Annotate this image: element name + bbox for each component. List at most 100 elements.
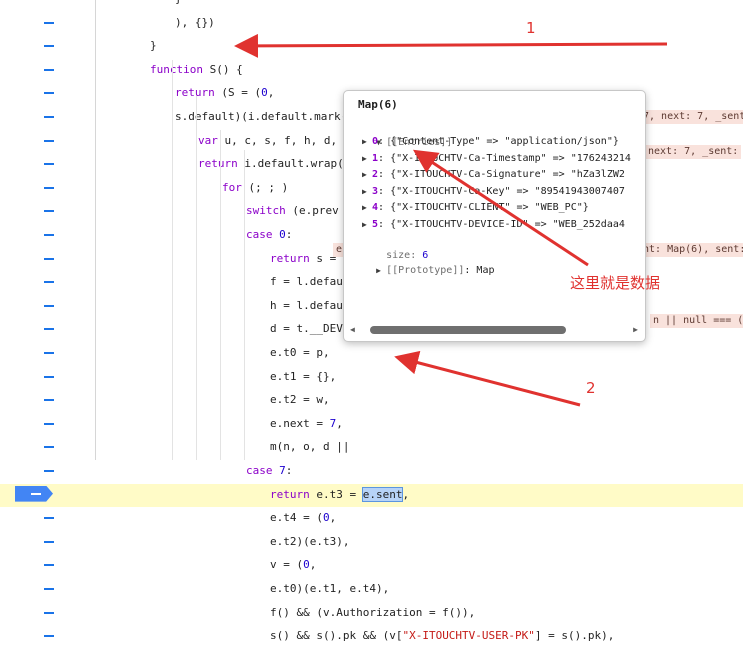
line-marker-icon[interactable]: [44, 422, 54, 425]
entry-value: {"Content-Type" => "application/json"}: [390, 136, 619, 147]
code-text: h = l.defaul: [270, 298, 350, 312]
map-entry-row[interactable]: ▶ 3: {"X-ITOUCHTV-Ca-Key" => "89541943007…: [362, 184, 625, 200]
entry-value: {"X-ITOUCHTV-Ca-Key" => "89541943007407: [390, 185, 625, 197]
code-text: }: [150, 39, 157, 53]
line-marker-icon[interactable]: [44, 68, 54, 71]
line-marker-icon[interactable]: [44, 304, 54, 307]
code-text: m(n, o, d ||: [270, 440, 350, 454]
line-marker-icon[interactable]: [44, 517, 54, 520]
line-marker-icon[interactable]: [44, 139, 54, 142]
code-line[interactable]: ), {}): [0, 12, 743, 36]
indent-guide: [220, 130, 221, 460]
line-marker-icon[interactable]: [44, 257, 54, 260]
line-marker-icon[interactable]: [44, 352, 54, 354]
scroll-left-icon[interactable]: ◀: [350, 325, 355, 334]
code-line[interactable]: e.t4 = (0,: [0, 507, 743, 531]
code-line[interactable]: f() && (v.Authorization = f()),: [0, 602, 743, 626]
inline-value-badge: n || null === (c: [650, 314, 743, 328]
map-entry-row[interactable]: ▶ 4: {"X-ITOUCHTV-CLIENT" => "WEB_PC"}: [362, 200, 589, 216]
code-line[interactable]: function S() {: [0, 59, 743, 83]
entries-node[interactable]: ▼ [[Entries]]: [352, 119, 452, 148]
code-line[interactable]: case 7:: [0, 460, 743, 484]
line-marker-icon[interactable]: [44, 116, 54, 118]
line-marker-icon[interactable]: [44, 588, 54, 590]
inline-value-badge: nt: Map(6), sent:: [640, 243, 743, 257]
line-marker-icon[interactable]: [44, 21, 54, 24]
line-marker-icon[interactable]: [44, 163, 54, 166]
scrollbar-thumb[interactable]: [370, 326, 566, 334]
code-text: s() && s().pk && (v["X-ITOUCHTV-USER-PK"…: [270, 629, 615, 643]
line-marker-icon[interactable]: [44, 234, 54, 236]
map-entry-row[interactable]: ▶ 1: {"X-ITOUCHTV-Ca-Timestamp" => "17624…: [362, 151, 631, 167]
collapsed-triangle-icon[interactable]: ▶: [362, 134, 372, 150]
line-marker-icon[interactable]: [44, 186, 54, 189]
annotation-label-2: 2: [586, 379, 596, 397]
inline-value-badge: 7, next: 7, _sent: [640, 110, 743, 124]
collapsed-triangle-icon[interactable]: ▶: [362, 167, 372, 183]
line-marker-icon[interactable]: [44, 611, 54, 614]
code-line[interactable]: return e.t3 = e.sent,: [0, 483, 743, 508]
code-text: for (; ; ): [222, 180, 289, 194]
line-marker-icon[interactable]: [44, 540, 54, 543]
line-marker-icon[interactable]: [44, 446, 54, 449]
code-text: v = (0,: [270, 558, 317, 572]
line-marker-icon[interactable]: [44, 92, 54, 95]
prototype-node[interactable]: ▶ [[Prototype]]: Map: [352, 247, 494, 276]
code-text: return e.t3 = e.sent,: [270, 486, 410, 502]
entry-value: {"X-ITOUCHTV-Ca-Signature" => "hZa3lZW2: [390, 169, 625, 180]
entry-value: {"X-ITOUCHTV-DEVICE-ID" => "WEB_252daa4: [390, 218, 625, 230]
indent-guide: [196, 96, 197, 460]
line-marker-icon[interactable]: [44, 45, 54, 48]
code-line[interactable]: e.next = 7,: [0, 413, 743, 437]
line-marker-icon[interactable]: [44, 210, 54, 213]
map-entry-row[interactable]: ▶ 0: {"Content-Type" => "application/json…: [362, 134, 619, 150]
code-text: e.t2)(e.t3),: [270, 534, 350, 548]
line-marker-icon[interactable]: [44, 399, 54, 402]
code-line[interactable]: e.t1 = {},: [0, 366, 743, 390]
code-line[interactable]: e.t0 = p,: [0, 342, 743, 366]
code-text: case 0:: [246, 228, 293, 241]
code-text: function S() {: [150, 62, 243, 76]
line-marker-icon[interactable]: [44, 328, 54, 331]
prototype-label: [[Prototype]]: [386, 265, 465, 276]
line-marker-icon[interactable]: [44, 470, 54, 472]
horizontal-scrollbar[interactable]: ◀ ▶: [348, 323, 640, 336]
code-text: e.t0 = p,: [270, 346, 330, 359]
code-line[interactable]: m(n, o, d ||: [0, 436, 743, 460]
code-line[interactable]: }: [0, 0, 743, 12]
line-marker-icon[interactable]: [44, 635, 54, 638]
code-text: f = l.defaul: [270, 275, 350, 289]
code-text: return i.default.wrap((fu: [198, 157, 364, 171]
prototype-value: Map: [476, 265, 495, 276]
code-line[interactable]: s() && s().pk && (v["X-ITOUCHTV-USER-PK"…: [0, 625, 743, 649]
map-entry-row[interactable]: ▶ 5: {"X-ITOUCHTV-DEVICE-ID" => "WEB_252d…: [362, 217, 625, 233]
code-text: e.t1 = {},: [270, 369, 337, 383]
code-text: switch (e.prev =: [246, 204, 352, 218]
annotation-label-1: 1: [526, 19, 536, 37]
line-marker-icon[interactable]: [44, 375, 54, 378]
code-text: e.t2 = w,: [270, 393, 330, 407]
collapsed-triangle-icon[interactable]: ▶: [376, 263, 386, 279]
code-line[interactable]: e.t2 = w,: [0, 389, 743, 413]
code-line[interactable]: v = (0,: [0, 554, 743, 578]
line-marker-icon[interactable]: [44, 281, 54, 284]
code-line[interactable]: }: [0, 35, 743, 59]
popover-title: Map(6): [358, 98, 398, 111]
scroll-right-icon[interactable]: ▶: [633, 325, 638, 334]
indent-guide: [172, 60, 173, 460]
collapsed-triangle-icon[interactable]: ▶: [362, 200, 372, 216]
code-text: f() && (v.Authorization = f()),: [270, 605, 476, 619]
code-line[interactable]: e.t0)(e.t1, e.t4),: [0, 578, 743, 602]
variable-preview-popover[interactable]: Map(6) ▼ [[Entries]] ▶ 0: {"Content-Type" …: [343, 90, 646, 342]
code-text: e.next = 7,: [270, 416, 343, 430]
code-line[interactable]: e.t2)(e.t3),: [0, 531, 743, 555]
code-text: e.t0)(e.t1, e.t4),: [270, 582, 390, 595]
code-text: ), {}): [175, 15, 215, 29]
map-entry-row[interactable]: ▶ 2: {"X-ITOUCHTV-Ca-Signature" => "hZa3l…: [362, 167, 625, 183]
code-text: }: [175, 0, 182, 7]
breakpoint-marker-icon[interactable]: [15, 485, 53, 502]
collapsed-triangle-icon[interactable]: ▶: [362, 184, 372, 200]
collapsed-triangle-icon[interactable]: ▶: [362, 151, 372, 167]
collapsed-triangle-icon[interactable]: ▶: [362, 217, 372, 233]
line-marker-icon[interactable]: [44, 564, 54, 567]
